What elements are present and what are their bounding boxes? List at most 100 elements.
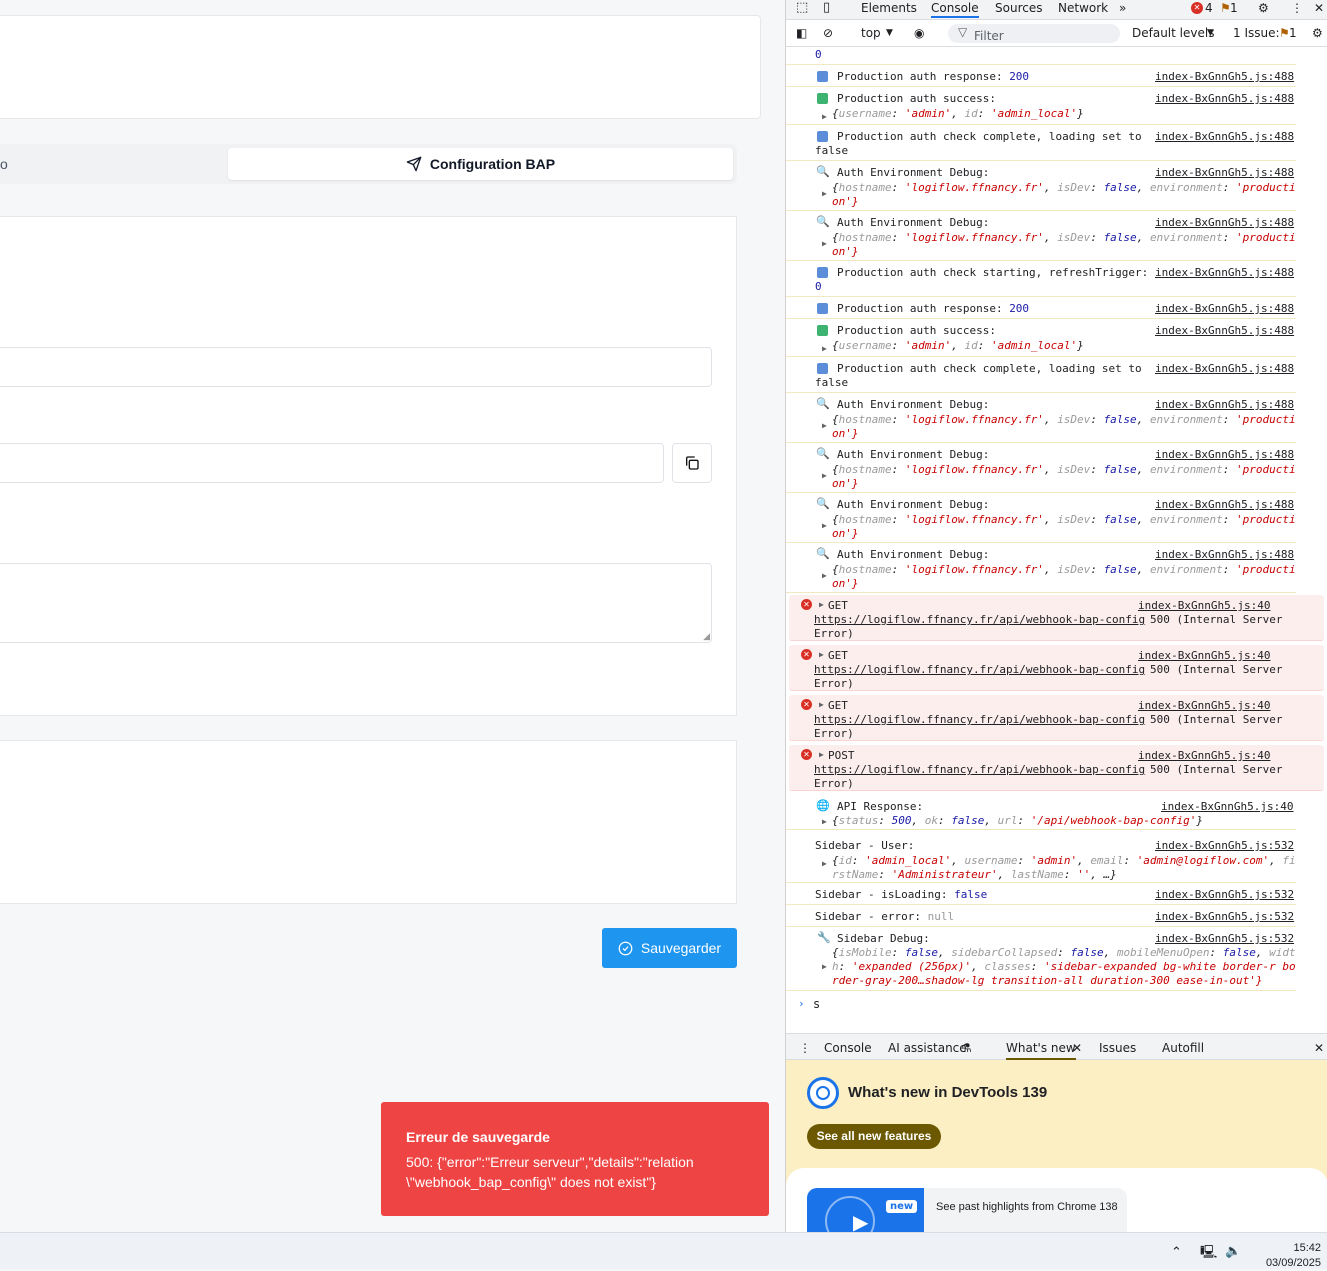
tab-elements[interactable]: Elements bbox=[861, 1, 917, 15]
source-link[interactable]: index-BxGnnGh5.js:488 bbox=[1155, 302, 1294, 315]
console-object[interactable]: {username: 'admin', id: 'admin_local'} bbox=[832, 107, 1084, 120]
device-toolbar-icon[interactable]: ▯ bbox=[823, 0, 830, 15]
source-link[interactable]: index-BxGnnGh5.js:488 bbox=[1155, 70, 1294, 83]
console-object[interactable]: {isMobile: false, sidebarCollapsed: fals… bbox=[832, 946, 1296, 959]
settings-gear-icon[interactable]: ⚙ bbox=[1258, 1, 1269, 15]
source-link[interactable]: index-BxGnnGh5.js:532 bbox=[1155, 932, 1294, 945]
source-link[interactable]: index-BxGnnGh5.js:488 bbox=[1155, 130, 1294, 143]
request-url-link[interactable]: https://logiflow.ffnancy.fr/api/webhook-… bbox=[814, 613, 1145, 626]
source-link[interactable]: index-BxGnnGh5.js:488 bbox=[1155, 448, 1294, 461]
see-all-features-button[interactable]: See all new features bbox=[807, 1124, 941, 1149]
tab-console[interactable]: Console bbox=[931, 1, 979, 18]
close-devtools-icon[interactable]: ✕ bbox=[1314, 1, 1324, 15]
clock[interactable]: 15:42 03/09/2025 bbox=[1266, 1241, 1321, 1271]
issues-count[interactable]: 1 bbox=[1289, 26, 1297, 40]
source-link[interactable]: index-BxGnnGh5.js:488 bbox=[1155, 548, 1294, 561]
webhook-secret-input[interactable] bbox=[0, 443, 664, 483]
close-drawer-icon[interactable]: ✕ bbox=[1314, 1041, 1324, 1055]
highlights-item[interactable]: ▶ new See past highlights from Chrome 13… bbox=[807, 1188, 1127, 1232]
console-object[interactable]: {status: 500, ok: false, url: '/api/webh… bbox=[832, 814, 1203, 827]
error-count[interactable]: 4 bbox=[1205, 1, 1213, 15]
source-link[interactable]: index-BxGnnGh5.js:532 bbox=[1155, 888, 1294, 901]
console-settings-icon[interactable]: ⚙ bbox=[1312, 26, 1323, 40]
tab-partial[interactable]: o bbox=[0, 156, 8, 172]
expand-caret-icon[interactable]: ▶ bbox=[819, 650, 824, 659]
expand-caret-icon[interactable]: ▶ bbox=[819, 700, 824, 709]
expand-caret-icon[interactable]: ▶ bbox=[822, 112, 827, 121]
clear-console-icon[interactable]: ⊘ bbox=[823, 26, 833, 40]
more-options-icon[interactable]: ⋮ bbox=[1291, 1, 1303, 15]
console-line: 🔍 Auth Environment Debug: index-BxGnnGh5… bbox=[786, 212, 1296, 261]
source-link[interactable]: index-BxGnnGh5.js:488 bbox=[1155, 398, 1294, 411]
expand-caret-icon[interactable]: ▶ bbox=[822, 344, 827, 353]
copy-button[interactable] bbox=[672, 443, 712, 483]
drawer-menu-icon[interactable]: ⋮ bbox=[799, 1041, 811, 1055]
source-link[interactable]: index-BxGnnGh5.js:532 bbox=[1155, 910, 1294, 923]
expand-caret-icon[interactable]: ▶ bbox=[822, 859, 827, 868]
source-link[interactable]: index-BxGnnGh5.js:488 bbox=[1155, 92, 1294, 105]
source-link[interactable]: index-BxGnnGh5.js:488 bbox=[1155, 362, 1294, 375]
live-expression-eye-icon[interactable]: ◉ bbox=[914, 26, 924, 40]
console-object[interactable]: {hostname: 'logiflow.ffnancy.fr', isDev:… bbox=[832, 563, 1296, 576]
console-object[interactable]: {hostname: 'logiflow.ffnancy.fr', isDev:… bbox=[832, 513, 1296, 526]
log-levels-select[interactable]: Default levels bbox=[1132, 26, 1214, 40]
drawer-tab-autofill[interactable]: Autofill bbox=[1162, 1041, 1204, 1055]
source-link[interactable]: index-BxGnnGh5.js:488 bbox=[1155, 266, 1294, 279]
error-toast[interactable]: Erreur de sauvegarde 500: {"error":"Erre… bbox=[381, 1102, 769, 1216]
source-link[interactable]: index-BxGnnGh5.js:40 bbox=[1161, 800, 1293, 813]
source-link[interactable]: index-BxGnnGh5.js:488 bbox=[1155, 166, 1294, 179]
network-icon[interactable]: 🖳 bbox=[1200, 1243, 1217, 1265]
tray-chevron-up-icon[interactable]: ⌃ bbox=[1171, 1244, 1182, 1260]
tab-sources[interactable]: Sources bbox=[995, 1, 1042, 15]
expand-caret-icon[interactable]: ▶ bbox=[819, 600, 824, 609]
console-object[interactable]: {hostname: 'logiflow.ffnancy.fr', isDev:… bbox=[832, 413, 1296, 426]
request-url-link[interactable]: https://logiflow.ffnancy.fr/api/webhook-… bbox=[814, 663, 1145, 676]
request-url-link[interactable]: https://logiflow.ffnancy.fr/api/webhook-… bbox=[814, 763, 1145, 776]
drawer-tab-issues[interactable]: Issues bbox=[1099, 1041, 1136, 1055]
console-line: 🔍 Auth Environment Debug: index-BxGnnGh5… bbox=[786, 494, 1296, 543]
request-url-link[interactable]: https://logiflow.ffnancy.fr/api/webhook-… bbox=[814, 713, 1145, 726]
error-count-icon[interactable]: ✕ bbox=[1191, 2, 1203, 14]
drawer-tab-ai-assistance[interactable]: AI assistance bbox=[888, 1041, 967, 1055]
tab-network[interactable]: Network bbox=[1058, 1, 1108, 15]
tab-configuration-bap[interactable]: Configuration BAP bbox=[228, 148, 733, 180]
description-textarea[interactable]: ◢ bbox=[0, 563, 712, 643]
drawer-tab-console[interactable]: Console bbox=[824, 1041, 872, 1055]
issues-link[interactable]: 1 Issue: bbox=[1233, 26, 1280, 40]
expand-caret-icon[interactable]: ▶ bbox=[822, 421, 827, 430]
console-prompt-input[interactable]: s bbox=[813, 997, 820, 1011]
source-link[interactable]: index-BxGnnGh5.js:40 bbox=[1138, 649, 1270, 662]
console-object[interactable]: {hostname: 'logiflow.ffnancy.fr', isDev:… bbox=[832, 231, 1296, 244]
close-tab-icon[interactable]: ✕ bbox=[1072, 1041, 1082, 1055]
webhook-url-input[interactable] bbox=[0, 347, 712, 387]
source-link[interactable]: index-BxGnnGh5.js:488 bbox=[1155, 216, 1294, 229]
console-object[interactable]: {id: 'admin_local', username: 'admin', e… bbox=[832, 854, 1296, 867]
expand-caret-icon[interactable]: ▶ bbox=[822, 239, 827, 248]
resize-handle-icon[interactable]: ◢ bbox=[703, 631, 710, 642]
expand-caret-icon[interactable]: ▶ bbox=[822, 521, 827, 530]
drawer-tab-whats-new[interactable]: What's new bbox=[1006, 1041, 1076, 1060]
sidebar-toggle-icon[interactable]: ◧ bbox=[796, 26, 807, 40]
context-select[interactable]: top bbox=[861, 26, 881, 40]
source-link[interactable]: index-BxGnnGh5.js:40 bbox=[1138, 749, 1270, 762]
save-button[interactable]: Sauvegarder bbox=[602, 928, 737, 968]
console-object[interactable]: {hostname: 'logiflow.ffnancy.fr', isDev:… bbox=[832, 181, 1296, 194]
source-link[interactable]: index-BxGnnGh5.js:40 bbox=[1138, 599, 1270, 612]
source-link[interactable]: index-BxGnnGh5.js:488 bbox=[1155, 324, 1294, 337]
more-tabs-icon[interactable]: » bbox=[1119, 1, 1126, 15]
source-link[interactable]: index-BxGnnGh5.js:488 bbox=[1155, 498, 1294, 511]
expand-caret-icon[interactable]: ▶ bbox=[819, 750, 824, 759]
expand-caret-icon[interactable]: ▶ bbox=[822, 817, 827, 826]
inspect-element-icon[interactable]: ⬚ bbox=[796, 0, 808, 15]
expand-caret-icon[interactable]: ▶ bbox=[822, 189, 827, 198]
source-link[interactable]: index-BxGnnGh5.js:40 bbox=[1138, 699, 1270, 712]
expand-caret-icon[interactable]: ▶ bbox=[822, 471, 827, 480]
expand-caret-icon[interactable]: ▶ bbox=[822, 571, 827, 580]
console-object[interactable]: {hostname: 'logiflow.ffnancy.fr', isDev:… bbox=[832, 463, 1296, 476]
filter-input[interactable]: ▽ Filter bbox=[948, 24, 1120, 43]
issue-count-top[interactable]: 1 bbox=[1230, 1, 1238, 15]
source-link[interactable]: index-BxGnnGh5.js:532 bbox=[1155, 839, 1294, 852]
console-object[interactable]: {username: 'admin', id: 'admin_local'} bbox=[832, 339, 1084, 352]
expand-caret-icon[interactable]: ▶ bbox=[822, 962, 827, 971]
volume-icon[interactable]: 🔈 bbox=[1225, 1243, 1241, 1259]
